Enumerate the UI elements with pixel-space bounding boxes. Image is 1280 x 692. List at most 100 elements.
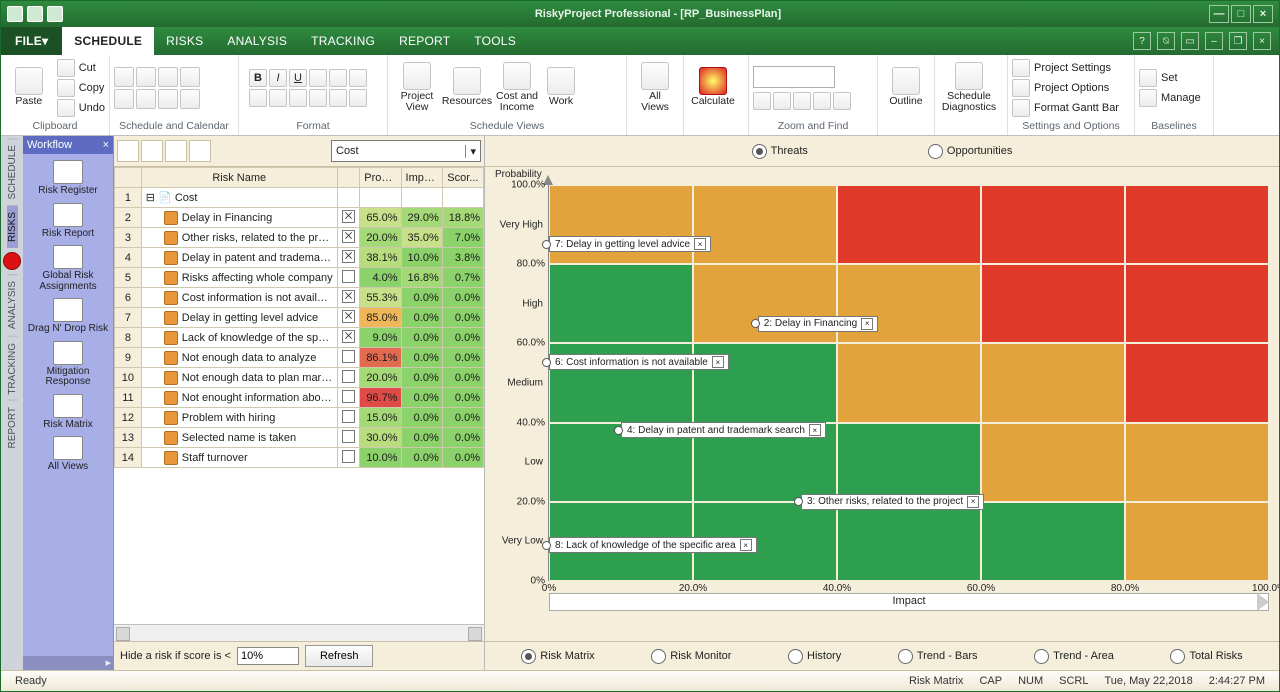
baseline-set-button[interactable]: Set	[1139, 69, 1201, 87]
tab-file[interactable]: FILE ▾	[1, 27, 62, 55]
risk-bubble[interactable]: 3: Other risks, related to the project×	[801, 494, 984, 510]
ribbon: Paste Cut Copy Undo Clipboard Schedule a…	[1, 55, 1279, 136]
workflow-expand-icon[interactable]: ▸	[23, 656, 113, 670]
table-row[interactable]: 12Problem with hiring15.0%0.0%0.0%	[115, 408, 484, 428]
risk-bubble[interactable]: 8: Lack of knowledge of the specific are…	[549, 537, 757, 553]
tab-analysis[interactable]: ANALYSIS	[215, 27, 299, 55]
view-tab[interactable]: Risk Monitor	[651, 649, 731, 664]
baseline-manage-button[interactable]: Manage	[1139, 89, 1201, 107]
tab-risks[interactable]: RISKS	[154, 27, 215, 55]
workflow-item[interactable]: Risk Register	[38, 160, 97, 197]
schedcal-buttons[interactable]	[114, 67, 200, 109]
radio-opportunities[interactable]: Opportunities	[928, 144, 1012, 159]
find-input[interactable]	[753, 66, 835, 88]
calculate-button[interactable]: Calculate	[688, 67, 738, 107]
minimize-button[interactable]: —	[1209, 5, 1229, 23]
tab-schedule[interactable]: SCHEDULE	[62, 27, 154, 55]
table-row[interactable]: 7Delay in getting level advice85.0%0.0%0…	[115, 308, 484, 328]
zoom-fit-icon[interactable]	[793, 92, 811, 110]
risk-bubble[interactable]: 4: Delay in patent and trademark search×	[621, 422, 826, 438]
underline-button[interactable]: U	[289, 69, 307, 87]
side-tab-risks[interactable]: RISKS	[7, 205, 18, 248]
table-row[interactable]: 3Other risks, related to the project20.0…	[115, 228, 484, 248]
workflow-item[interactable]: Global Risk Assignments	[25, 245, 111, 292]
col-score[interactable]: Scor...	[442, 168, 483, 188]
workflow-close-icon[interactable]: ×	[103, 139, 109, 151]
mdi-min[interactable]: –	[1205, 32, 1223, 50]
goto-icon[interactable]	[833, 92, 851, 110]
risk-bubble[interactable]: 7: Delay in getting level advice×	[549, 236, 711, 252]
workflow-item[interactable]: Mitigation Response	[25, 341, 111, 388]
col-prob[interactable]: Prob...	[360, 168, 401, 188]
mdi-close[interactable]: ×	[1253, 32, 1271, 50]
table-row[interactable]: 10Not enough data to plan marketing20.0%…	[115, 368, 484, 388]
all-views-button[interactable]: All Views	[631, 62, 679, 113]
view-tab[interactable]: Trend - Area	[1034, 649, 1114, 664]
find-icon[interactable]	[813, 92, 831, 110]
side-tab-tracking[interactable]: TRACKING	[7, 336, 18, 401]
table-row[interactable]: 8Lack of knowledge of the specific area9…	[115, 328, 484, 348]
category-dropdown[interactable]: Cost▾	[331, 140, 481, 162]
view-tab[interactable]: Total Risks	[1170, 649, 1242, 664]
copy-button[interactable]: Copy	[57, 79, 105, 97]
refresh-button[interactable]: Refresh	[305, 645, 374, 667]
table-row[interactable]: 14Staff turnover10.0%0.0%0.0%	[115, 448, 484, 468]
diagnostics-button[interactable]: Schedule Diagnostics	[939, 62, 999, 113]
table-row[interactable]: 2Delay in Financing65.0%29.0%18.8%	[115, 208, 484, 228]
bold-button[interactable]: B	[249, 69, 267, 87]
zoom-in-icon[interactable]	[753, 92, 771, 110]
id-button[interactable]	[189, 140, 211, 162]
workflow-item[interactable]: Risk Report	[42, 203, 94, 240]
workflow-item[interactable]: Risk Matrix	[43, 394, 92, 431]
side-tab-report[interactable]: REPORT	[7, 400, 18, 455]
italic-button[interactable]: I	[269, 69, 287, 87]
win-icon-1[interactable]: ⍉	[1157, 32, 1175, 50]
help-icon[interactable]: ?	[1133, 32, 1151, 50]
work-button[interactable]: Work	[542, 67, 580, 107]
table-row[interactable]: 4Delay in patent and trademark search38.…	[115, 248, 484, 268]
tab-tracking[interactable]: TRACKING	[299, 27, 387, 55]
project-view-button[interactable]: Project View	[392, 62, 442, 113]
table-row[interactable]: 6Cost information is not available55.3%0…	[115, 288, 484, 308]
zoom-out-icon[interactable]	[773, 92, 791, 110]
cut-button[interactable]: Cut	[57, 59, 105, 77]
table-row[interactable]: 9Not enough data to analyze86.1%0.0%0.0%	[115, 348, 484, 368]
project-options-button[interactable]: Project Options	[1012, 79, 1119, 97]
tab-report[interactable]: REPORT	[387, 27, 462, 55]
close-button[interactable]: ×	[1253, 5, 1273, 23]
outline-button[interactable]: Outline	[882, 67, 930, 107]
mdi-max[interactable]: ❐	[1229, 32, 1247, 50]
col-impact[interactable]: Impact	[401, 168, 442, 188]
filter-button[interactable]	[165, 140, 187, 162]
hide-threshold-input[interactable]	[237, 647, 299, 665]
format-gantt-button[interactable]: Format Gantt Bar	[1012, 99, 1119, 117]
qat[interactable]	[1, 6, 107, 22]
workflow-item[interactable]: Drag N' Drop Risk	[28, 298, 108, 335]
table-row[interactable]: 11Not enought information about competit…	[115, 388, 484, 408]
hide-label: Hide a risk if score is <	[120, 650, 231, 662]
resources-button[interactable]: Resources	[442, 67, 492, 107]
side-tab-analysis[interactable]: ANALYSIS	[7, 274, 18, 335]
table-row[interactable]: 5Risks affecting whole company4.0%16.8%0…	[115, 268, 484, 288]
risk-bubble[interactable]: 6: Cost information is not available×	[549, 354, 729, 370]
win-icon-2[interactable]: ▭	[1181, 32, 1199, 50]
tab-tools[interactable]: TOOLS	[462, 27, 528, 55]
paste-button[interactable]: Paste	[5, 67, 53, 107]
risk-bubble[interactable]: 2: Delay in Financing×	[758, 316, 878, 332]
menubar: FILE ▾ SCHEDULE RISKS ANALYSIS TRACKING …	[1, 27, 1279, 55]
sort-asc-button[interactable]	[117, 140, 139, 162]
workflow-item[interactable]: All Views	[48, 436, 88, 473]
col-riskname[interactable]: Risk Name	[141, 168, 337, 188]
side-tab-schedule[interactable]: SCHEDULE	[7, 138, 18, 205]
project-settings-button[interactable]: Project Settings	[1012, 59, 1119, 77]
maximize-button[interactable]: □	[1231, 5, 1251, 23]
undo-button[interactable]: Undo	[57, 99, 105, 117]
view-tab[interactable]: Trend - Bars	[898, 649, 978, 664]
radio-threats[interactable]: Threats	[752, 144, 808, 159]
cost-income-button[interactable]: Cost and Income	[492, 62, 542, 113]
view-tab[interactable]: History	[788, 649, 841, 664]
table-row[interactable]: 13Selected name is taken30.0%0.0%0.0%	[115, 428, 484, 448]
view-tab[interactable]: Risk Matrix	[521, 649, 594, 664]
grid-h-scrollbar[interactable]	[114, 624, 484, 641]
sort-desc-button[interactable]	[141, 140, 163, 162]
